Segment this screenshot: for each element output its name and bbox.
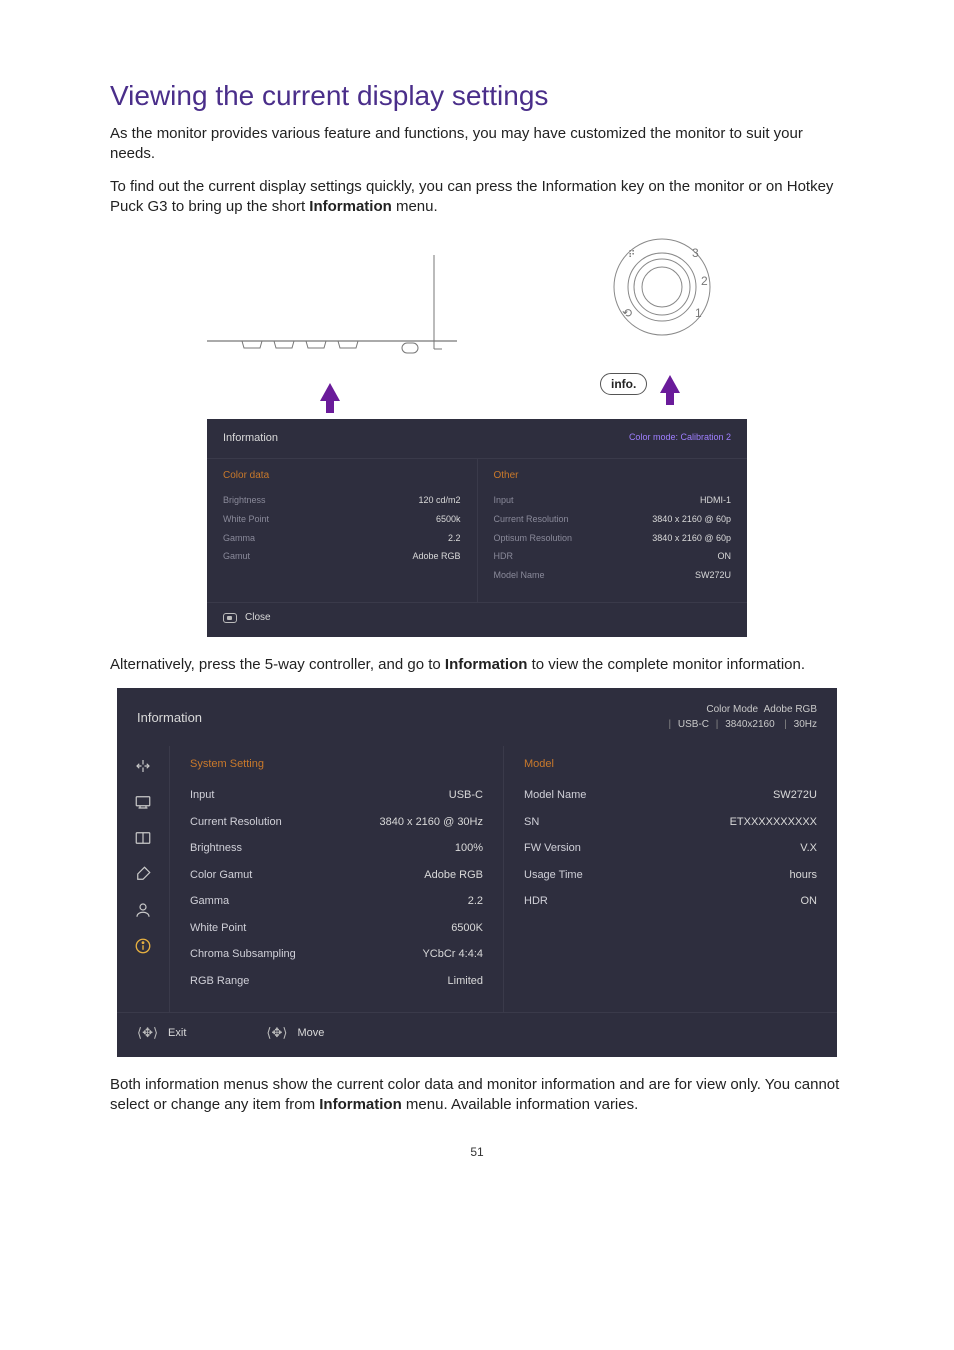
osd2-move-label: Move xyxy=(297,1025,324,1042)
osd2-row: Gamma2.2 xyxy=(190,888,483,915)
osd2-row: Brightness100% xyxy=(190,835,483,862)
osd2-row: Current Resolution3840 x 2160 @ 30Hz xyxy=(190,809,483,836)
full-information-menu: Information Color Mode Adobe RGB | USB-C… xyxy=(117,688,837,1057)
osd2-row: White Point6500K xyxy=(190,915,483,942)
intro-paragraph-2: To find out the current display settings… xyxy=(110,177,844,218)
joystick-icon: ⟨✥⟩ xyxy=(137,1023,158,1043)
osd2-icon-column xyxy=(117,746,169,1013)
osd2-row: HDRON xyxy=(524,888,817,915)
page-heading: Viewing the current display settings xyxy=(110,80,844,112)
osd1-row: GamutAdobe RGB xyxy=(223,547,461,566)
osd2-row: InputUSB-C xyxy=(190,782,483,809)
osd2-exit-label: Exit xyxy=(168,1025,186,1042)
osd2-row: Usage Timehours xyxy=(524,862,817,889)
svg-text:⟲: ⟲ xyxy=(622,306,632,320)
short-information-menu: Information Color mode: Calibration 2 Co… xyxy=(207,419,747,637)
input-icon xyxy=(133,756,153,776)
info-icon xyxy=(133,936,153,956)
closing-paragraph: Both information menus show the current … xyxy=(110,1075,844,1116)
osd2-row: SNETXXXXXXXXXX xyxy=(524,809,817,836)
osd2-title: Information xyxy=(137,708,202,728)
page-number: 51 xyxy=(110,1145,844,1159)
up-arrow-icon xyxy=(660,375,680,393)
monitor-bottom-illustration xyxy=(202,251,462,371)
svg-text:2: 2 xyxy=(701,274,708,288)
intro-paragraph-1: As the monitor provides various feature … xyxy=(110,124,844,165)
layout-icon xyxy=(133,828,153,848)
osd1-row: InputHDMI-1 xyxy=(494,491,732,510)
osd1-row: Brightness120 cd/m2 xyxy=(223,491,461,510)
osd2-row: RGB RangeLimited xyxy=(190,968,483,995)
paragraph-alternative: Alternatively, press the 5-way controlle… xyxy=(110,655,844,675)
joystick-icon: ⟨✥⟩ xyxy=(266,1023,287,1043)
osd2-system-setting-heading: System Setting xyxy=(190,756,483,773)
user-icon xyxy=(133,900,153,920)
up-arrow-icon xyxy=(320,383,340,401)
osd1-row: Optisum Resolution3840 x 2160 @ 60p xyxy=(494,529,732,548)
osd2-status: Color Mode Adobe RGB | USB-C | 3840x2160… xyxy=(665,702,818,732)
osd1-close-label: Close xyxy=(245,611,271,625)
hotkey-puck-illustration: 3 2 1 ⠟ ⟲ xyxy=(602,231,722,351)
close-icon xyxy=(223,613,237,623)
osd2-row: Chroma SubsamplingYCbCr 4:4:4 xyxy=(190,941,483,968)
svg-text:⠟: ⠟ xyxy=(628,250,635,261)
hardware-diagram: 3 2 1 ⠟ ⟲ info. xyxy=(110,231,844,401)
osd1-row: HDRON xyxy=(494,547,732,566)
info-key-label: info. xyxy=(600,373,647,395)
osd1-other-heading: Other xyxy=(494,469,732,483)
display-icon xyxy=(133,792,153,812)
osd1-row: White Point6500k xyxy=(223,510,461,529)
osd1-row: Model NameSW272U xyxy=(494,566,732,585)
osd1-color-mode: Color mode: Calibration 2 xyxy=(629,431,731,446)
osd2-row: FW VersionV.X xyxy=(524,835,817,862)
osd1-title: Information xyxy=(223,431,278,446)
osd2-model-heading: Model xyxy=(524,756,817,773)
osd2-row: Model NameSW272U xyxy=(524,782,817,809)
osd1-row: Gamma2.2 xyxy=(223,529,461,548)
osd1-row: Current Resolution3840 x 2160 @ 60p xyxy=(494,510,732,529)
osd1-color-data-heading: Color data xyxy=(223,469,461,483)
color-icon xyxy=(133,864,153,884)
osd2-row: Color GamutAdobe RGB xyxy=(190,862,483,889)
svg-text:1: 1 xyxy=(695,306,702,320)
svg-text:3: 3 xyxy=(692,246,699,260)
